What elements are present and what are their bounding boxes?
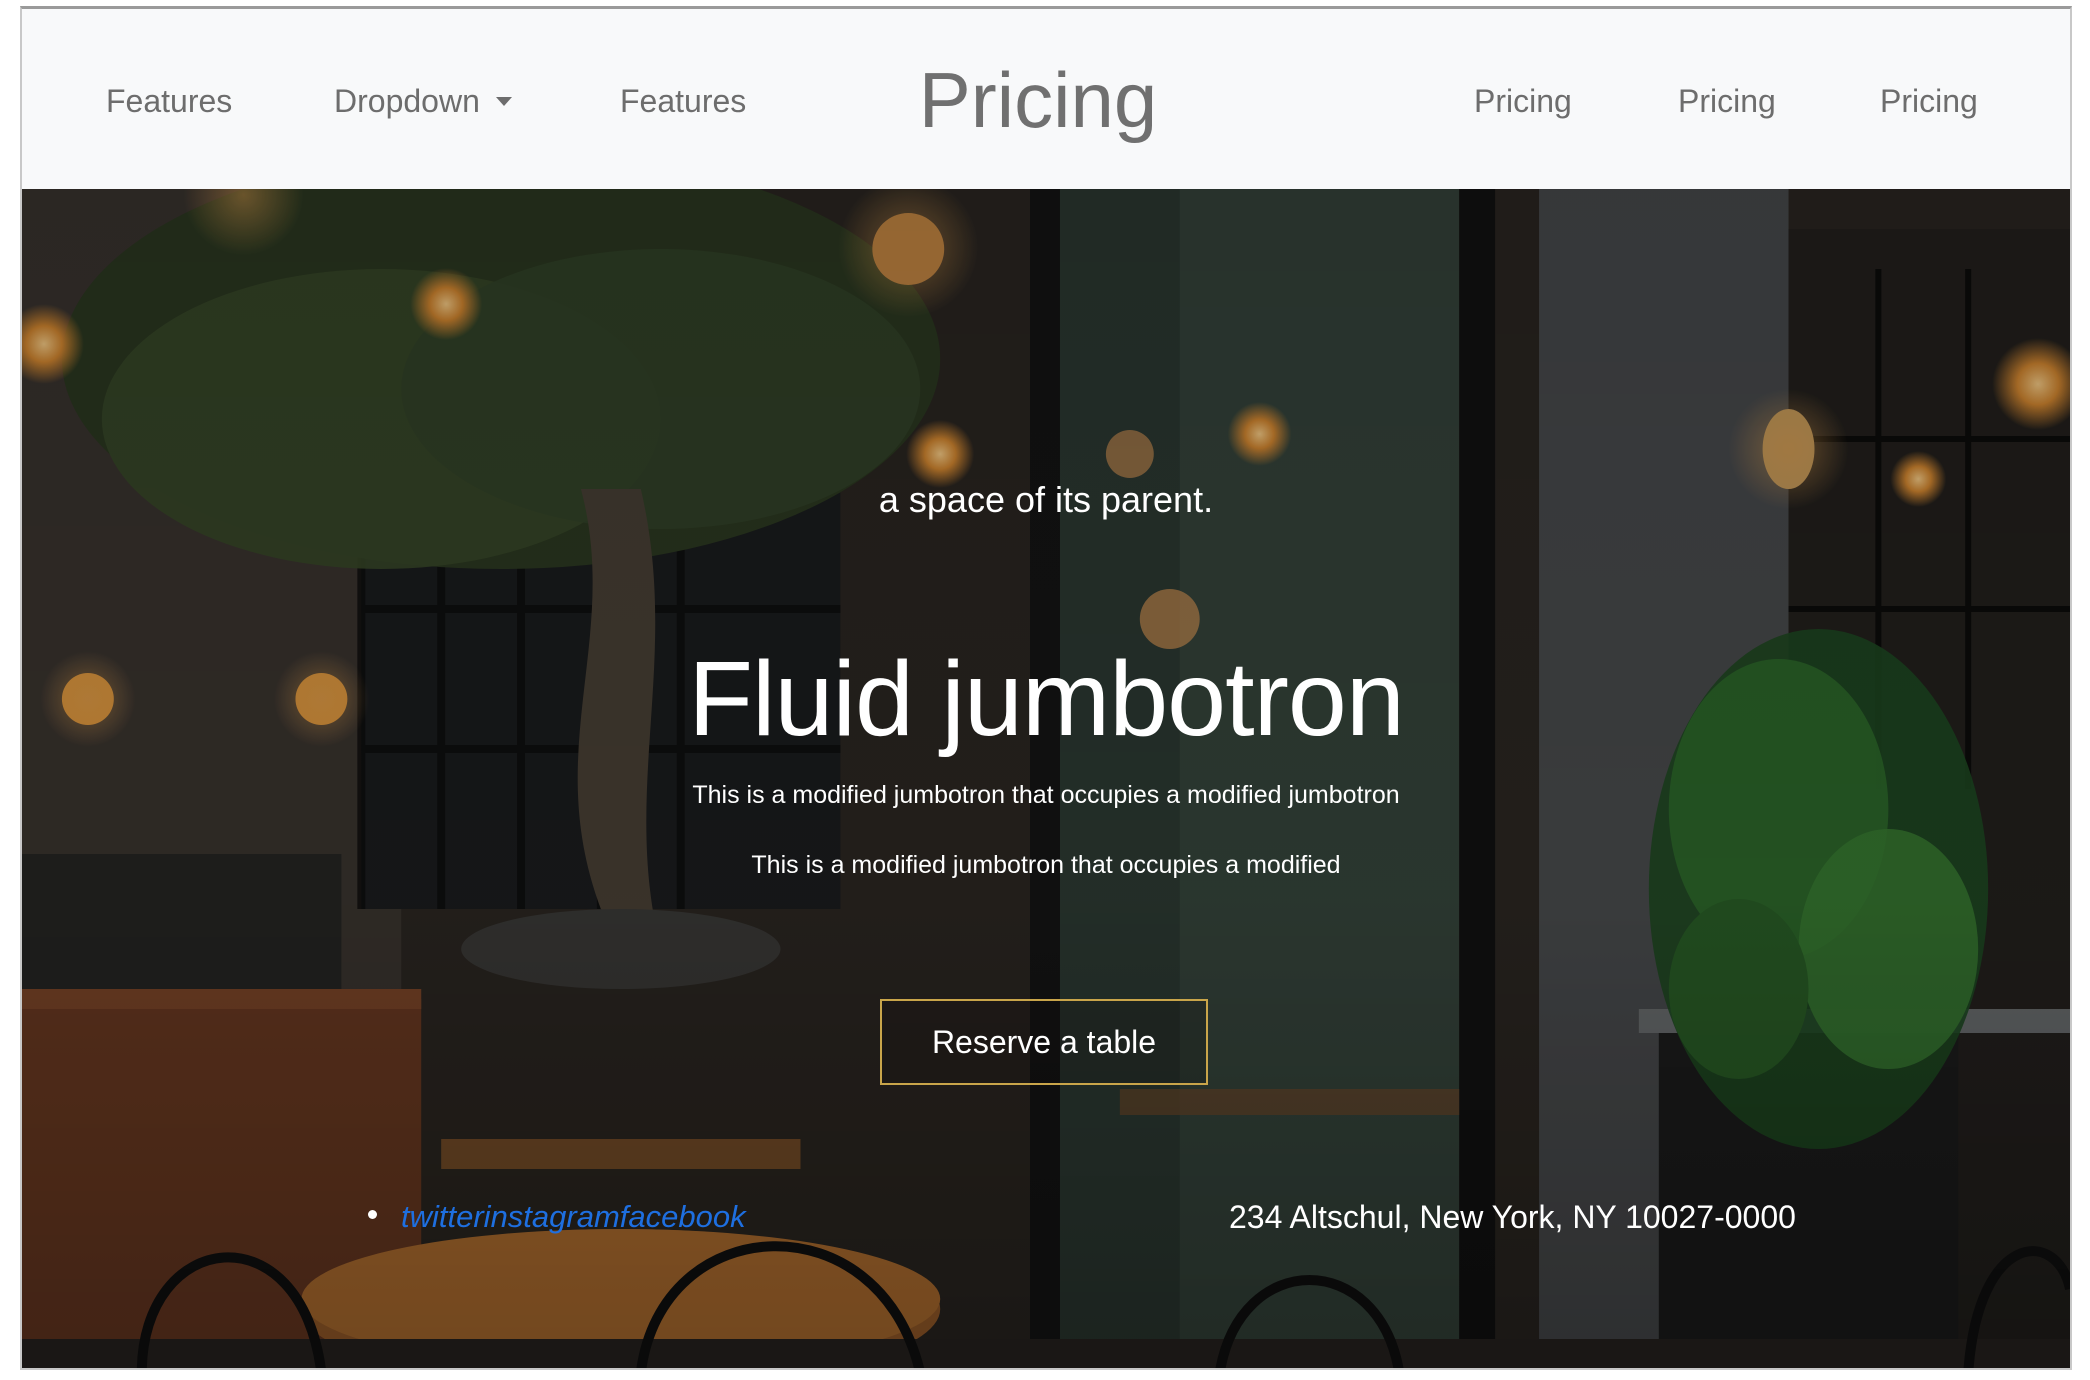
restaurant-address: 234 Altschul, New York, NY 10027-0000 — [1229, 1199, 1796, 1235]
nav-link-pricing-2[interactable]: Pricing — [1678, 83, 1776, 120]
social-link[interactable]: twitterinstagramfacebook — [401, 1199, 746, 1234]
restaurant-background-image — [22, 189, 2070, 1368]
browser-viewport: Features Dropdown Features Pricing Prici… — [20, 6, 2072, 1370]
nav-link-pricing-1[interactable]: Pricing — [1474, 83, 1572, 120]
social-list-item: twitterinstagramfacebook — [368, 1199, 746, 1235]
hero-jumbotron: a space of its parent. Fluid jumbotron T… — [22, 189, 2070, 1368]
brand-link[interactable]: Pricing — [919, 55, 1157, 146]
nav-link-pricing-3[interactable]: Pricing — [1880, 83, 1978, 120]
social-links-list: twitterinstagramfacebook — [368, 1199, 746, 1235]
hero-title: Fluid jumbotron — [688, 640, 1405, 758]
hero-lead-2: This is a modified jumbotron that occupi… — [751, 851, 1341, 879]
reserve-table-button[interactable]: Reserve a table — [880, 999, 1208, 1085]
bullet-icon — [368, 1210, 377, 1219]
top-navbar: Features Dropdown Features Pricing Prici… — [22, 9, 2070, 189]
hero-lead-1: This is a modified jumbotron that occupi… — [692, 781, 1400, 809]
hero-tagline: a space of its parent. — [878, 479, 1214, 520]
